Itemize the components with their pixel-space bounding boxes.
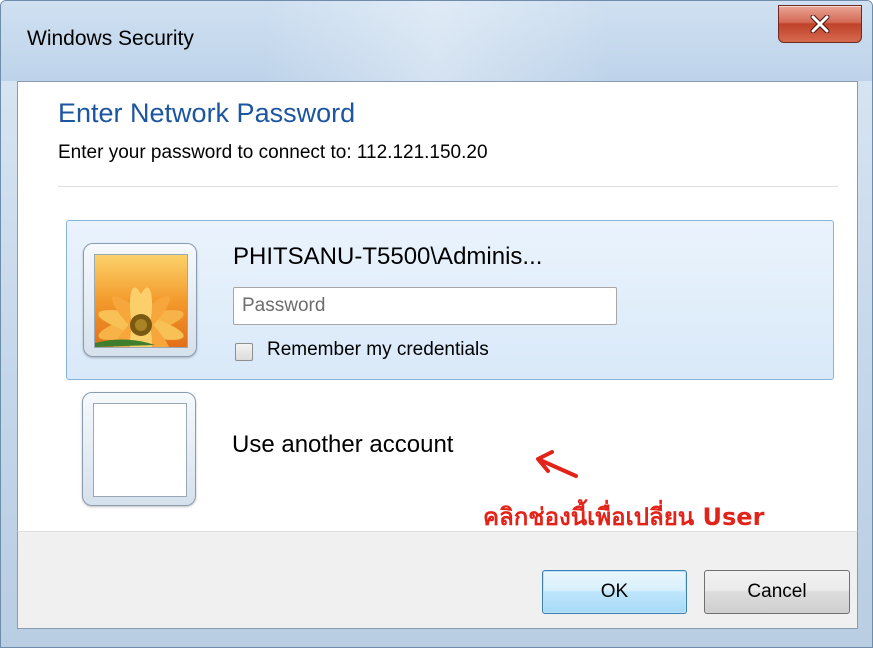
- cancel-button[interactable]: Cancel: [704, 570, 850, 614]
- close-icon: [810, 15, 830, 33]
- dialog-footer: OK Cancel: [17, 531, 858, 629]
- windows-security-dialog: Windows Security Enter Network Password …: [0, 0, 873, 648]
- flower-avatar-icon: [95, 255, 187, 347]
- another-account-avatar: [82, 392, 196, 506]
- use-another-account-label: Use another account: [232, 431, 454, 458]
- password-input[interactable]: [233, 287, 617, 325]
- close-button[interactable]: [778, 5, 862, 43]
- ok-button[interactable]: OK: [542, 570, 687, 614]
- title-bar: Windows Security: [1, 1, 872, 81]
- remember-credentials-label[interactable]: Remember my credentials: [267, 339, 489, 361]
- dialog-heading: Enter Network Password: [58, 98, 356, 128]
- user-avatar: [83, 243, 197, 357]
- credential-tile-selected[interactable]: PHITSANU-T5500\Adminis... Remember my cr…: [66, 220, 834, 380]
- window-title: Windows Security: [27, 27, 194, 50]
- account-username: PHITSANU-T5500\Adminis...: [233, 243, 543, 270]
- remember-credentials-checkbox[interactable]: [235, 343, 253, 361]
- annotation-arrow-icon: [536, 450, 578, 478]
- blank-avatar-icon: [93, 403, 187, 497]
- dialog-subheading: Enter your password to connect to: 112.1…: [58, 142, 488, 163]
- dialog-content: Enter Network Password Enter your passwo…: [17, 81, 858, 532]
- use-another-account-tile[interactable]: Use another account: [66, 392, 566, 512]
- divider: [58, 186, 838, 187]
